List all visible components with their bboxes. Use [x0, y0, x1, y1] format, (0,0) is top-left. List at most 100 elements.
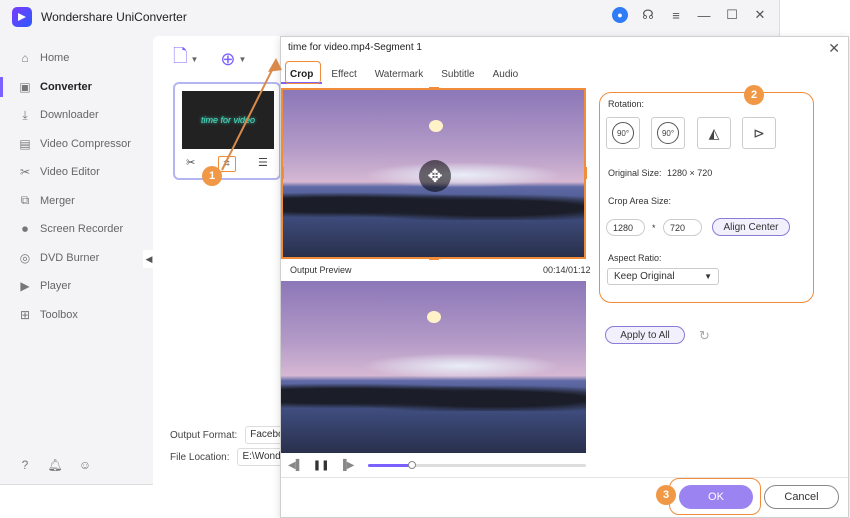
video-rocks: [283, 190, 584, 220]
chevron-down-icon: ▼: [238, 54, 247, 64]
file-location-row: File Location: E:\Wonde: [170, 448, 288, 466]
file-location-label: File Location:: [170, 451, 230, 463]
step-badge-1: 1: [202, 166, 222, 186]
output-preview-label: Output Preview: [290, 265, 352, 275]
merge-icon: ⧉: [20, 193, 30, 208]
sidebar: ⌂ Home ▣ Converter ⤓ Downloader ▤ Video Comp…: [0, 44, 150, 329]
crop-tab-highlight: [285, 61, 321, 84]
crop-video-frame[interactable]: ✥: [281, 88, 586, 259]
sidebar-item-video-compressor[interactable]: ▤ Video Compressor: [0, 130, 150, 159]
add-file-icon: 🗋︎: [173, 46, 188, 66]
video-sun: [427, 311, 441, 323]
crop-handle-left[interactable]: [281, 167, 284, 179]
playback-knob[interactable]: [408, 460, 417, 469]
aspect-ratio-select[interactable]: Keep Original ▼: [607, 268, 719, 285]
crop-dialog: time for video.mp4-Segment 1 ✕ Crop Effe…: [280, 36, 849, 518]
reset-icon[interactable]: ↻: [699, 328, 710, 344]
add-files-button[interactable]: 🗋︎ ▼: [173, 44, 198, 74]
rotate-right-icon: 90°: [657, 122, 679, 144]
previous-frame-icon[interactable]: ◀▌: [288, 460, 303, 471]
sidebar-item-merger[interactable]: ⧉ Merger: [0, 187, 150, 216]
sidebar-item-label: DVD Burner: [40, 251, 100, 264]
sidebar-item-label: Converter: [40, 80, 92, 93]
dialog-title: time for video.mp4-Segment 1: [288, 42, 422, 53]
sidebar-item-toolbox[interactable]: ⊞ Toolbox: [0, 301, 150, 330]
sidebar-item-player[interactable]: ▶ Player: [0, 272, 150, 301]
output-preview-video: [281, 281, 586, 453]
help-icon[interactable]: ?: [18, 458, 32, 472]
tab-effect[interactable]: Effect: [322, 67, 365, 84]
feedback-icon[interactable]: ☺: [78, 458, 92, 472]
video-rocks: [281, 381, 586, 411]
add-from-device-button[interactable]: ⊕ ▼: [220, 44, 246, 74]
thumbnail-caption: time for video: [200, 115, 256, 125]
sidebar-item-home[interactable]: ⌂ Home: [0, 44, 150, 73]
video-thumbnail: time for video: [182, 91, 274, 149]
trim-scissors-icon[interactable]: ✂: [186, 156, 195, 172]
time-readout: 00:14/01:12: [543, 265, 591, 275]
sidebar-item-label: Screen Recorder: [40, 223, 124, 236]
video-wave: [361, 353, 561, 379]
crop-handle-right[interactable]: [584, 167, 587, 179]
video-sun: [429, 120, 443, 132]
support-icon[interactable]: ☊: [640, 7, 656, 23]
crop-height-input[interactable]: 720: [663, 219, 702, 236]
crop-handle-top[interactable]: [429, 87, 439, 90]
flip-vertical-button[interactable]: ⊳: [742, 117, 776, 149]
pause-icon[interactable]: ❚❚: [313, 460, 330, 471]
disc-icon: ◎: [19, 250, 31, 265]
app-logo-icon: [12, 7, 32, 27]
tab-audio[interactable]: Audio: [484, 67, 528, 84]
aspect-ratio-label: Aspect Ratio:: [608, 253, 662, 263]
step-badge-2: 2: [744, 85, 764, 105]
crop-width-input[interactable]: 1280: [606, 219, 645, 236]
app-title: Wondershare UniConverter: [41, 10, 187, 24]
close-icon[interactable]: ✕: [828, 40, 840, 57]
maximize-icon[interactable]: ☐: [724, 7, 740, 23]
footer-divider: [281, 477, 848, 478]
flip-vertical-icon: ⊳: [753, 124, 765, 141]
sidebar-item-label: Video Editor: [40, 166, 100, 179]
ok-button[interactable]: OK: [679, 485, 753, 509]
sidebar-item-screen-recorder[interactable]: ⏺ Screen Recorder: [0, 215, 150, 244]
apply-to-all-button[interactable]: Apply to All: [605, 326, 685, 344]
minimize-icon[interactable]: —: [696, 7, 712, 23]
grid-icon: ⊞: [19, 307, 31, 322]
move-crop-icon[interactable]: ✥: [419, 160, 451, 192]
sidebar-item-downloader[interactable]: ⤓ Downloader: [0, 101, 150, 130]
account-icon[interactable]: ●: [612, 7, 628, 23]
add-device-icon: ⊕: [220, 48, 236, 69]
playback-slider[interactable]: [368, 460, 586, 469]
crop-size-separator: *: [652, 223, 656, 233]
cancel-button[interactable]: Cancel: [764, 485, 839, 509]
chevron-down-icon: ▼: [704, 272, 712, 281]
next-frame-icon[interactable]: ▐▶: [340, 460, 355, 471]
record-icon: ⏺: [21, 221, 28, 236]
effects-icon[interactable]: ☰: [258, 156, 268, 172]
tab-subtitle[interactable]: Subtitle: [432, 67, 483, 84]
rotate-left-button[interactable]: 90°: [606, 117, 640, 149]
chevron-down-icon: ▼: [190, 54, 199, 64]
sidebar-item-converter[interactable]: ▣ Converter: [0, 73, 150, 102]
rotate-right-button[interactable]: 90°: [651, 117, 685, 149]
crop-handle-bottom[interactable]: [429, 257, 439, 260]
rotation-label: Rotation:: [608, 99, 645, 109]
flip-horizontal-icon: ◭: [708, 124, 720, 141]
sidebar-item-label: Home: [40, 52, 70, 65]
sidebar-item-label: Toolbox: [40, 308, 78, 321]
title-bar: Wondershare UniConverter ● ☊ ≡ — ☐ ✕: [0, 0, 780, 34]
sidebar-item-video-editor[interactable]: ✂ Video Editor: [0, 158, 150, 187]
video-item-card[interactable]: time for video ✂ ⌗ ☰: [173, 82, 281, 180]
flip-horizontal-button[interactable]: ◭: [697, 117, 731, 149]
align-center-button[interactable]: Align Center: [712, 218, 790, 236]
tab-watermark[interactable]: Watermark: [366, 67, 433, 84]
step-badge-3: 3: [656, 485, 676, 505]
close-window-icon[interactable]: ✕: [752, 7, 768, 23]
menu-icon[interactable]: ≡: [668, 7, 684, 23]
original-size-value: 1280 × 720: [667, 168, 713, 178]
sidebar-item-label: Merger: [40, 194, 75, 207]
sidebar-item-dvd-burner[interactable]: ◎ DVD Burner: [0, 244, 150, 273]
aspect-ratio-value: Keep Original: [614, 271, 675, 282]
player-controls: ◀▌ ❚❚ ▐▶: [281, 457, 586, 473]
notification-bell-icon[interactable]: 🔔︎: [47, 458, 62, 472]
